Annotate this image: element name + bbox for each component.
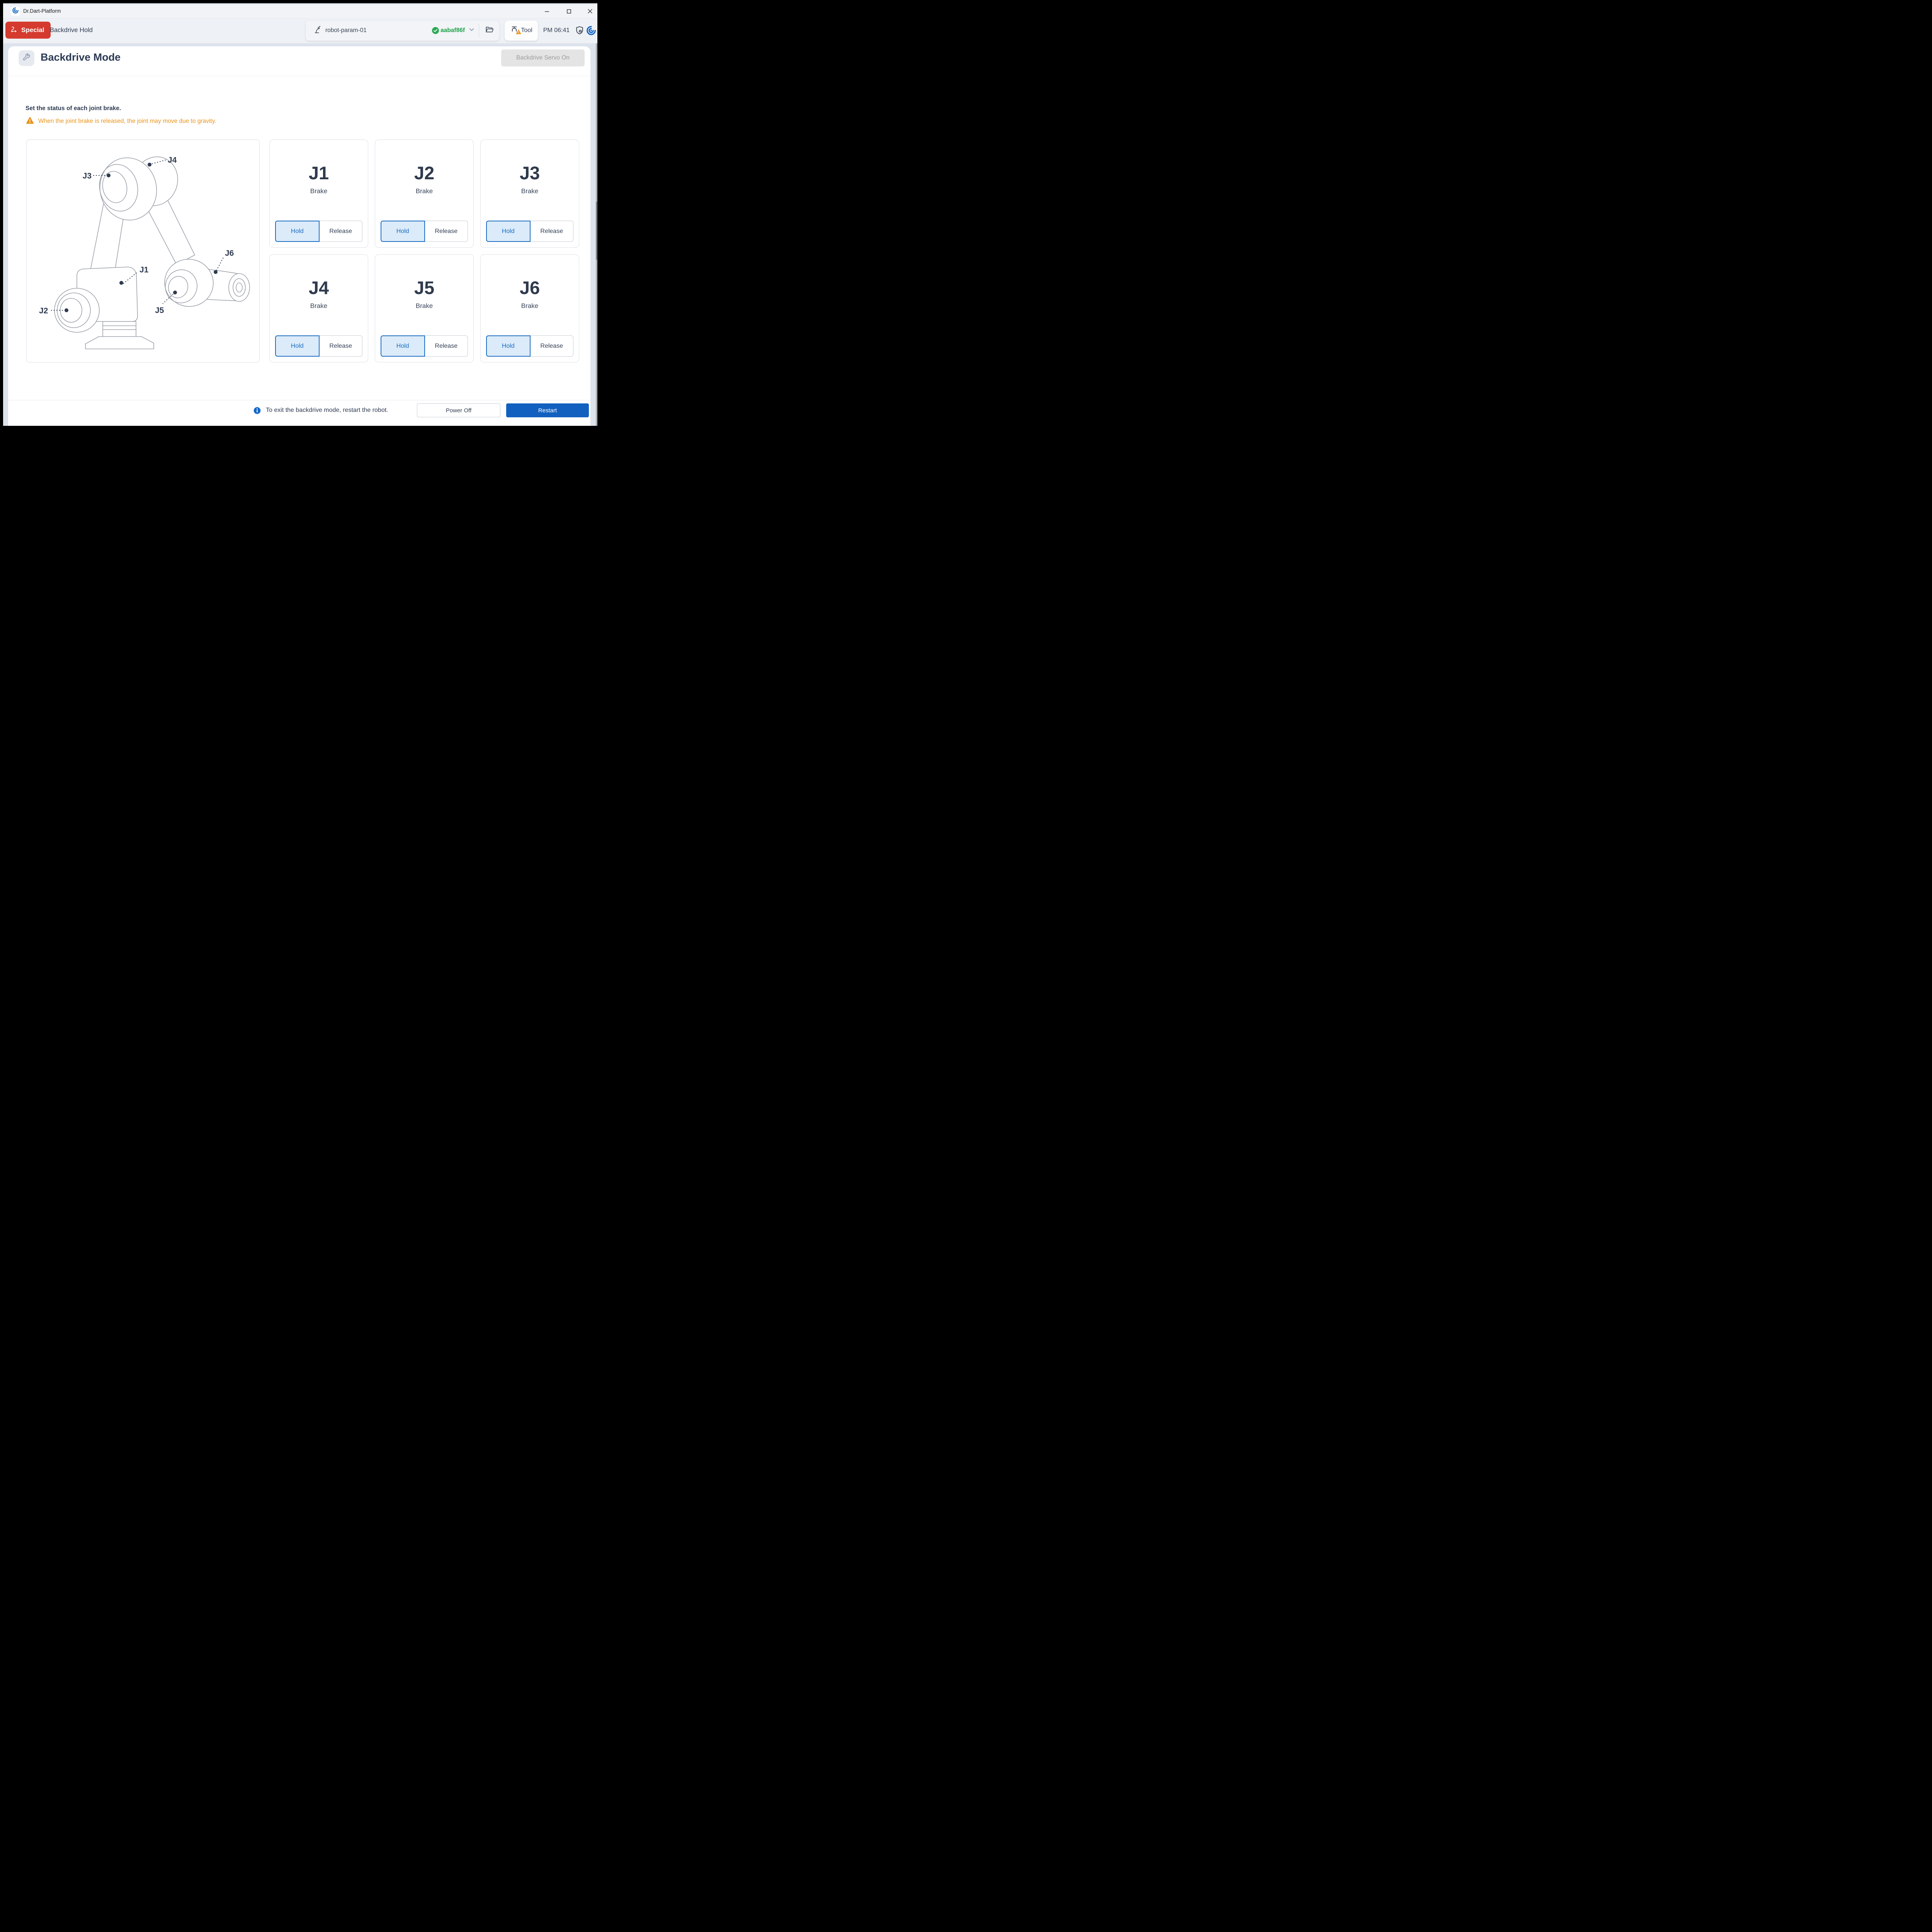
tool-label: Tool bbox=[521, 27, 532, 34]
diagram-label-j6: J6 bbox=[225, 249, 234, 258]
joint-card-grid: J1 Brake Hold Release J2 Brake Hold Rele… bbox=[269, 139, 579, 362]
toolbar: Special Backdrive Hold robot-param-01 aa… bbox=[3, 19, 597, 43]
joint-name: J6 bbox=[481, 277, 579, 298]
backdrive-hold-label: Backdrive Hold bbox=[50, 19, 93, 42]
diagram-label-j4: J4 bbox=[168, 156, 177, 165]
robot-arm-icon bbox=[313, 26, 322, 36]
instruction-text: Set the status of each joint brake. bbox=[26, 105, 121, 112]
app-logo-tile bbox=[11, 7, 20, 16]
release-button-j3[interactable]: Release bbox=[531, 221, 574, 242]
warning-row: When the joint brake is released, the jo… bbox=[26, 117, 216, 126]
joint-sub-label: Brake bbox=[375, 187, 473, 195]
brake-toggle-j2: Hold Release bbox=[381, 221, 468, 242]
release-button-j4[interactable]: Release bbox=[320, 335, 363, 357]
release-button-j5[interactable]: Release bbox=[425, 335, 468, 357]
scrollbar-thumb[interactable] bbox=[596, 202, 597, 260]
joint-sub-label: Brake bbox=[481, 187, 579, 195]
title-bar: Dr.Dart-Platform bbox=[3, 4, 597, 19]
brake-toggle-j4: Hold Release bbox=[275, 335, 362, 357]
hand-guide-icon bbox=[10, 25, 18, 35]
tool-warning-icon bbox=[516, 29, 521, 36]
release-button-j1[interactable]: Release bbox=[320, 221, 363, 242]
maximize-button[interactable] bbox=[563, 6, 575, 17]
page-title: Backdrive Mode bbox=[41, 51, 121, 63]
joint-card-j4: J4 Brake Hold Release bbox=[269, 254, 368, 362]
app-title: Dr.Dart-Platform bbox=[23, 4, 61, 19]
diagram-label-j5: J5 bbox=[155, 306, 164, 315]
folder-open-icon bbox=[485, 25, 494, 36]
status-id: aabaf86f bbox=[440, 27, 465, 34]
hold-button-j5[interactable]: Hold bbox=[381, 335, 425, 357]
info-icon bbox=[253, 407, 261, 414]
backdrive-servo-on-button[interactable]: Backdrive Servo On bbox=[501, 49, 585, 66]
diagram-label-j1: J1 bbox=[139, 265, 149, 274]
tool-button[interactable]: Tool bbox=[504, 20, 538, 41]
wrench-icon bbox=[22, 53, 31, 64]
minimize-button[interactable] bbox=[541, 6, 553, 17]
joint-name: J2 bbox=[375, 162, 473, 184]
safety-shield-icon[interactable] bbox=[575, 26, 585, 36]
j5-housing bbox=[160, 254, 218, 312]
main-panel: Backdrive Mode Backdrive Servo On Set th… bbox=[8, 46, 590, 426]
special-label: Special bbox=[21, 26, 44, 34]
hold-button-j6[interactable]: Hold bbox=[486, 335, 531, 357]
status-badge: aabaf86f bbox=[432, 27, 465, 34]
close-button[interactable] bbox=[584, 6, 596, 17]
joint-name: J4 bbox=[270, 277, 368, 298]
release-button-j6[interactable]: Release bbox=[531, 335, 574, 357]
joint-name: J1 bbox=[270, 162, 368, 184]
brake-toggle-j6: Hold Release bbox=[486, 335, 573, 357]
joint-sub-label: Brake bbox=[481, 302, 579, 310]
robot-selector-group: robot-param-01 aabaf86f bbox=[305, 20, 500, 41]
joint-sub-label: Brake bbox=[270, 302, 368, 310]
page-icon-tile bbox=[19, 50, 34, 66]
app-window: Dr.Dart-Platform Special Backdrive Hold … bbox=[3, 3, 597, 426]
joint-sub-label: Brake bbox=[375, 302, 473, 310]
check-circle-icon bbox=[432, 27, 439, 34]
screenshot-frame: Dr.Dart-Platform Special Backdrive Hold … bbox=[0, 0, 600, 429]
joint-name: J5 bbox=[375, 277, 473, 298]
restart-button[interactable]: Restart bbox=[506, 403, 589, 417]
base-flange bbox=[85, 337, 154, 349]
footer-note: To exit the backdrive mode, restart the … bbox=[266, 403, 388, 417]
diagram-label-j3: J3 bbox=[83, 172, 92, 180]
joint-card-j2: J2 Brake Hold Release bbox=[375, 139, 474, 248]
clock[interactable]: PM 06:41 bbox=[541, 19, 571, 43]
brake-toggle-j3: Hold Release bbox=[486, 221, 573, 242]
brake-toggle-j1: Hold Release bbox=[275, 221, 362, 242]
content-area: Backdrive Mode Backdrive Servo On Set th… bbox=[3, 43, 597, 426]
app-swirl-icon bbox=[12, 7, 19, 16]
joint-name: J3 bbox=[481, 162, 579, 184]
j2-housing bbox=[54, 288, 99, 332]
platform-swirl-icon[interactable] bbox=[586, 26, 596, 36]
robot-selector[interactable]: robot-param-01 aabaf86f bbox=[306, 20, 479, 41]
hold-button-j2[interactable]: Hold bbox=[381, 221, 425, 242]
joint-card-j5: J5 Brake Hold Release bbox=[375, 254, 474, 362]
joint-card-j1: J1 Brake Hold Release bbox=[269, 139, 368, 248]
joint-card-j3: J3 Brake Hold Release bbox=[480, 139, 579, 248]
brake-toggle-j5: Hold Release bbox=[381, 335, 468, 357]
warning-text: When the joint brake is released, the jo… bbox=[38, 118, 216, 125]
robot-name: robot-param-01 bbox=[325, 27, 367, 34]
chevron-down-icon[interactable] bbox=[468, 26, 475, 35]
diagram-label-j2: J2 bbox=[39, 306, 48, 315]
joint-sub-label: Brake bbox=[270, 187, 368, 195]
open-file-button[interactable] bbox=[479, 20, 499, 41]
release-button-j2[interactable]: Release bbox=[425, 221, 468, 242]
hold-button-j3[interactable]: Hold bbox=[486, 221, 531, 242]
robot-diagram: J1 J2 J3 J4 J5 J6 bbox=[26, 139, 260, 362]
tool-gripper-icon bbox=[510, 26, 520, 36]
warning-triangle-icon bbox=[26, 117, 34, 126]
scrollbar[interactable] bbox=[596, 43, 597, 426]
special-mode-badge[interactable]: Special bbox=[5, 22, 51, 39]
hold-button-j1[interactable]: Hold bbox=[275, 221, 320, 242]
joint-card-j6: J6 Brake Hold Release bbox=[480, 254, 579, 362]
hold-button-j4[interactable]: Hold bbox=[275, 335, 320, 357]
power-off-button[interactable]: Power Off bbox=[417, 403, 500, 417]
